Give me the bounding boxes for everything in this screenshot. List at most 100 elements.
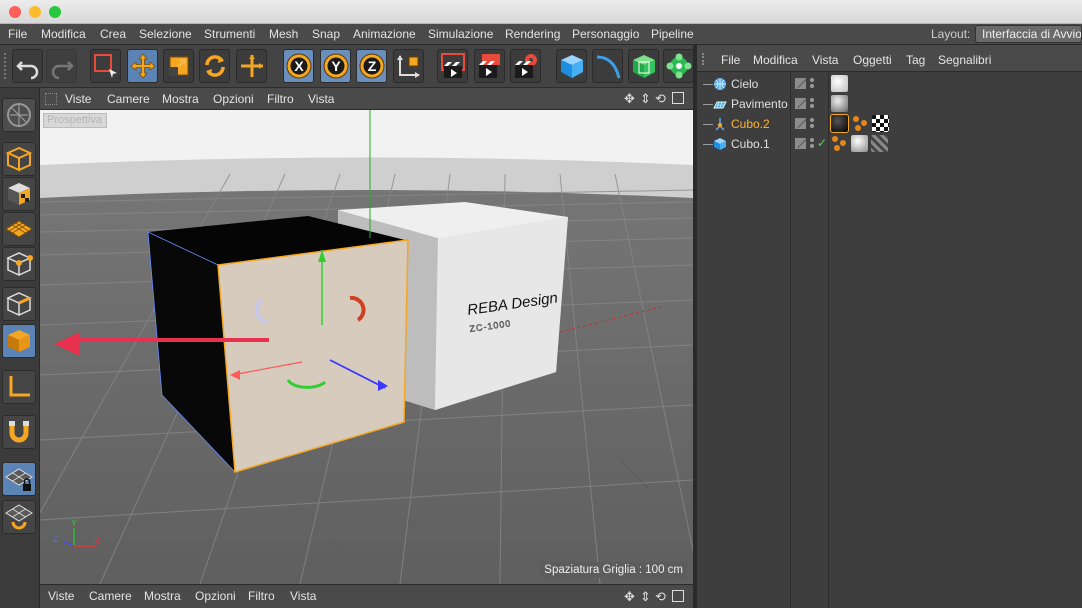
phong-tag[interactable] (852, 115, 869, 132)
live-selection-button[interactable] (90, 49, 121, 83)
viewport-footer-menu-opzioni[interactable]: Opzioni (195, 589, 236, 603)
om-menu-tag[interactable]: Tag (906, 53, 925, 67)
move-tool-button[interactable] (127, 49, 158, 83)
om-menu-oggetti[interactable]: Oggetti (853, 53, 892, 67)
viewport-menu-vista[interactable]: Vista (308, 92, 334, 106)
om-menu-segnalibri[interactable]: Segnalibri (938, 53, 991, 67)
viewport-footer-dolly-icon[interactable]: ⇕ (640, 589, 651, 605)
add-cube-button[interactable] (556, 49, 587, 83)
object-name-cielo[interactable]: Cielo (731, 77, 758, 91)
editor-render-visibility-dots[interactable] (810, 96, 815, 112)
sky-material-tag[interactable] (831, 75, 848, 92)
editor-render-visibility-dots[interactable] (810, 116, 815, 132)
render-settings-button[interactable] (510, 49, 541, 83)
edges-mode-button[interactable] (2, 287, 36, 321)
viewport-footer-orbit-icon[interactable]: ⟲ (655, 589, 666, 605)
rotate-tool-button[interactable] (199, 49, 230, 83)
locked-workplane-button[interactable] (2, 462, 36, 496)
add-spline-button[interactable] (592, 49, 623, 83)
viewport-menu-opzioni[interactable]: Opzioni (213, 92, 254, 106)
menu-rendering[interactable]: Rendering (505, 27, 560, 41)
viewport-footer-menu-filtro[interactable]: Filtro (248, 589, 275, 603)
object-row-cubo-2[interactable]: Cubo.2 (697, 114, 1082, 134)
om-menu-file[interactable]: File (721, 53, 740, 67)
workplane-mode-button[interactable] (2, 212, 36, 246)
viewport-menu-viste[interactable]: Viste (65, 92, 91, 106)
viewport-menu-camere[interactable]: Camere (107, 92, 150, 106)
render-picture-viewer-button[interactable] (474, 49, 505, 83)
add-generator-button[interactable] (628, 49, 659, 83)
black-material-tag[interactable] (830, 114, 849, 133)
object-name-pavimento[interactable]: Pavimento (731, 97, 788, 111)
undo-button[interactable] (12, 49, 43, 83)
floor-material-tag[interactable] (831, 95, 848, 112)
texture-mode-button[interactable] (2, 177, 36, 211)
object-name-cubo-2[interactable]: Cubo.2 (731, 117, 770, 131)
y-axis-lock-button[interactable]: Y (320, 49, 351, 83)
snap-workplane-button[interactable] (2, 500, 36, 534)
viewport-footer-maximize-icon[interactable] (672, 590, 684, 602)
menu-snap[interactable]: Snap (312, 27, 340, 41)
viewport-orbit-icon[interactable]: ⟲ (655, 91, 666, 107)
points-mode-button[interactable] (2, 247, 36, 281)
make-editable-button[interactable] (2, 98, 36, 132)
menu-crea[interactable]: Crea (100, 27, 126, 41)
axis-mode-button[interactable] (2, 370, 36, 404)
viewport-dolly-icon[interactable]: ⇕ (640, 91, 651, 107)
viewport-footer-menu-camere[interactable]: Camere (89, 589, 132, 603)
viewport-footer-menu-viste[interactable]: Viste (48, 589, 74, 603)
menu-mesh[interactable]: Mesh (269, 27, 298, 41)
add-deformer-button[interactable] (663, 49, 694, 83)
viewport-pan-icon[interactable]: ✥ (624, 91, 635, 107)
menu-simulazione[interactable]: Simulazione (428, 27, 493, 41)
zoom-window-button[interactable] (49, 6, 61, 18)
enabled-check-icon[interactable]: ✓ (817, 136, 827, 150)
3d-viewport[interactable]: REBA Design ZC-1000 Y Z X Prospettiva Sp… (40, 110, 693, 584)
menu-strumenti[interactable]: Strumenti (204, 27, 255, 41)
object-manager-grip[interactable] (702, 53, 712, 65)
visibility-toggle[interactable] (795, 98, 806, 109)
editor-render-visibility-dots[interactable] (810, 76, 815, 92)
viewport-menu-filtro[interactable]: Filtro (267, 92, 294, 106)
object-row-cubo-1[interactable]: Cubo.1 ✓ (697, 134, 1082, 154)
visibility-toggle[interactable] (795, 78, 806, 89)
viewport-grip[interactable] (45, 93, 57, 105)
menu-modifica[interactable]: Modifica (41, 27, 86, 41)
render-view-button[interactable] (437, 49, 468, 83)
layout-select[interactable]: Interfaccia di Avvio (975, 25, 1082, 43)
om-menu-modifica[interactable]: Modifica (753, 53, 798, 67)
uvw-tag[interactable] (872, 115, 889, 132)
menu-pipeline[interactable]: Pipeline (651, 27, 694, 41)
viewport-maximize-icon[interactable] (672, 92, 684, 104)
viewport-menu-mostra[interactable]: Mostra (162, 92, 199, 106)
toolbar-grip[interactable] (4, 53, 10, 79)
viewport-footer-pan-icon[interactable]: ✥ (624, 589, 635, 605)
magnet-button[interactable] (2, 415, 36, 449)
visibility-toggle[interactable] (795, 138, 806, 149)
editor-render-visibility-dots[interactable] (810, 136, 815, 152)
white-material-tag[interactable] (851, 135, 868, 152)
texture-tag[interactable] (871, 135, 888, 152)
scale-tool-button[interactable] (163, 49, 194, 83)
om-menu-vista[interactable]: Vista (812, 53, 838, 67)
z-axis-lock-button[interactable]: Z (356, 49, 387, 83)
add-tool-button[interactable] (236, 49, 267, 83)
object-row-pavimento[interactable]: Pavimento (697, 94, 1082, 114)
model-mode-button[interactable] (2, 142, 36, 176)
object-row-cielo[interactable]: Cielo (697, 74, 1082, 94)
menu-selezione[interactable]: Selezione (139, 27, 192, 41)
redo-button[interactable] (46, 49, 77, 83)
object-name-cubo-1[interactable]: Cubo.1 (731, 137, 770, 151)
phong-tag[interactable] (831, 135, 848, 152)
polygons-mode-button[interactable] (2, 324, 36, 358)
menu-personaggio[interactable]: Personaggio (572, 27, 639, 41)
menu-file[interactable]: File (8, 27, 27, 41)
x-axis-lock-button[interactable]: X (283, 49, 314, 83)
menu-animazione[interactable]: Animazione (353, 27, 416, 41)
viewport-footer-menu-vista[interactable]: Vista (290, 589, 316, 603)
visibility-toggle[interactable] (795, 118, 806, 129)
close-window-button[interactable] (9, 6, 21, 18)
minimize-window-button[interactable] (29, 6, 41, 18)
coordinate-system-button[interactable] (393, 49, 424, 83)
viewport-footer-menu-mostra[interactable]: Mostra (144, 589, 181, 603)
